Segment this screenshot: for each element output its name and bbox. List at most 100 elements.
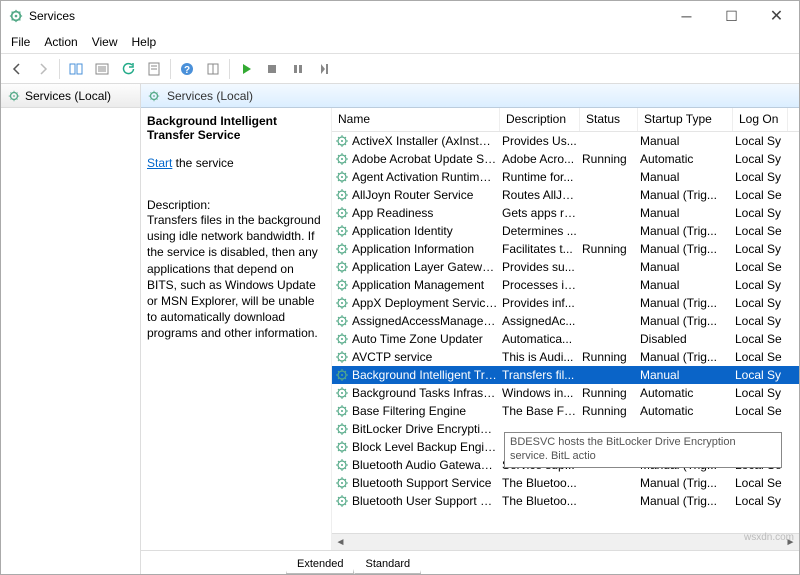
menubar: File Action View Help [1, 31, 799, 53]
service-row[interactable]: Background Tasks Infrastruc...Windows in… [332, 384, 799, 402]
gear-icon [334, 457, 350, 473]
pause-button[interactable] [286, 57, 310, 81]
row-desc: The Base Fil... [502, 404, 582, 418]
row-startup: Manual (Trig... [640, 476, 735, 490]
properties-button[interactable] [142, 57, 166, 81]
horizontal-scrollbar[interactable]: ◄ ► [332, 533, 799, 550]
menu-help[interactable]: Help [126, 33, 163, 51]
row-status: Running [582, 404, 640, 418]
service-row[interactable]: Application Layer Gateway ...Provides su… [332, 258, 799, 276]
row-logon: Local Se [735, 332, 790, 346]
list-header: Services (Local) [141, 84, 799, 108]
row-logon: Local Sy [735, 242, 790, 256]
tab-extended[interactable]: Extended [286, 555, 354, 574]
col-description[interactable]: Description [500, 108, 580, 131]
row-name: Application Information [352, 242, 502, 256]
col-startup[interactable]: Startup Type [638, 108, 733, 131]
menu-file[interactable]: File [5, 33, 36, 51]
row-desc: Processes in... [502, 278, 582, 292]
service-row[interactable]: Application ManagementProcesses in...Man… [332, 276, 799, 294]
export-list-button[interactable] [90, 57, 114, 81]
row-startup: Automatic [640, 404, 735, 418]
row-name: AppX Deployment Service (... [352, 296, 502, 310]
service-row[interactable]: AllJoyn Router ServiceRoutes AllJo...Man… [332, 186, 799, 204]
menu-view[interactable]: View [86, 33, 124, 51]
row-logon: Local Sy [735, 314, 790, 328]
help-button[interactable]: ? [175, 57, 199, 81]
refresh-button[interactable] [116, 57, 140, 81]
row-desc: AssignedAc... [502, 314, 582, 328]
col-logon[interactable]: Log On [733, 108, 788, 131]
gear-icon [334, 187, 350, 203]
row-startup: Automatic [640, 386, 735, 400]
service-row[interactable]: Application IdentityDetermines ...Manual… [332, 222, 799, 240]
gear-icon [7, 89, 21, 103]
restart-button[interactable] [312, 57, 336, 81]
row-logon: Local Sy [735, 494, 790, 508]
row-desc: Gets apps re... [502, 206, 582, 220]
service-row[interactable]: AVCTP serviceThis is Audi...RunningManua… [332, 348, 799, 366]
row-status: Running [582, 152, 640, 166]
row-name: Base Filtering Engine [352, 404, 502, 418]
col-status[interactable]: Status [580, 108, 638, 131]
menu-action[interactable]: Action [38, 33, 83, 51]
row-startup: Manual (Trig... [640, 350, 735, 364]
scroll-left-icon[interactable]: ◄ [332, 534, 349, 550]
gear-icon [334, 295, 350, 311]
minimize-button[interactable]: ─ [664, 1, 709, 31]
close-button[interactable]: ✕ [754, 1, 799, 31]
maximize-button[interactable]: ☐ [709, 1, 754, 31]
detail-panel: Background Intelligent Transfer Service … [141, 108, 331, 550]
service-row[interactable]: Application InformationFacilitates t...R… [332, 240, 799, 258]
service-row[interactable]: Agent Activation Runtime_...Runtime for.… [332, 168, 799, 186]
row-logon: Local Sy [735, 152, 790, 166]
description-text: Transfers files in the background using … [147, 212, 323, 342]
row-startup: Manual [640, 368, 735, 382]
row-startup: Manual (Trig... [640, 242, 735, 256]
row-name: Bluetooth User Support Ser... [352, 494, 502, 508]
start-service-link[interactable]: Start [147, 156, 172, 170]
row-logon: Local Sy [735, 134, 790, 148]
service-row[interactable]: Adobe Acrobat Update Serv...Adobe Acro..… [332, 150, 799, 168]
view-tabs: Extended Standard [141, 550, 799, 574]
forward-button[interactable] [31, 57, 55, 81]
row-name: App Readiness [352, 206, 502, 220]
row-startup: Manual [640, 278, 735, 292]
gear-icon [334, 475, 350, 491]
selected-service-title: Background Intelligent Transfer Service [147, 114, 323, 142]
service-row[interactable]: Base Filtering EngineThe Base Fil...Runn… [332, 402, 799, 420]
service-row[interactable]: Background Intelligent Tran...Transfers … [332, 366, 799, 384]
row-name: AVCTP service [352, 350, 502, 364]
service-row[interactable]: ActiveX Installer (AxInstSV)Provides Us.… [332, 132, 799, 150]
row-name: Agent Activation Runtime_... [352, 170, 502, 184]
tab-standard[interactable]: Standard [354, 555, 421, 574]
list-header-title: Services (Local) [167, 89, 253, 103]
row-startup: Manual (Trig... [640, 296, 735, 310]
left-pane: Services (Local) [1, 84, 141, 574]
service-row[interactable]: Bluetooth Support ServiceThe Bluetoo...M… [332, 474, 799, 492]
service-row[interactable]: Bluetooth User Support Ser...The Bluetoo… [332, 492, 799, 510]
row-startup: Manual [640, 260, 735, 274]
col-name[interactable]: Name [332, 108, 500, 131]
gear-icon [334, 133, 350, 149]
start-button[interactable] [234, 57, 258, 81]
action-button[interactable] [201, 57, 225, 81]
service-row[interactable]: AppX Deployment Service (...Provides inf… [332, 294, 799, 312]
gear-icon [334, 421, 350, 437]
row-name: Background Intelligent Tran... [352, 368, 502, 382]
stop-button[interactable] [260, 57, 284, 81]
gear-icon [334, 223, 350, 239]
row-logon: Local Se [735, 224, 790, 238]
row-startup: Manual [640, 134, 735, 148]
row-name: Bluetooth Support Service [352, 476, 502, 490]
gear-icon [334, 313, 350, 329]
back-button[interactable] [5, 57, 29, 81]
row-desc: Adobe Acro... [502, 152, 582, 166]
service-row[interactable]: AssignedAccessManager Se...AssignedAc...… [332, 312, 799, 330]
service-row[interactable]: App ReadinessGets apps re...ManualLocal … [332, 204, 799, 222]
gear-icon [334, 169, 350, 185]
tree-root[interactable]: Services (Local) [1, 84, 140, 108]
service-row[interactable]: Auto Time Zone UpdaterAutomatica...Disab… [332, 330, 799, 348]
row-desc: Provides inf... [502, 296, 582, 310]
show-hide-tree-button[interactable] [64, 57, 88, 81]
